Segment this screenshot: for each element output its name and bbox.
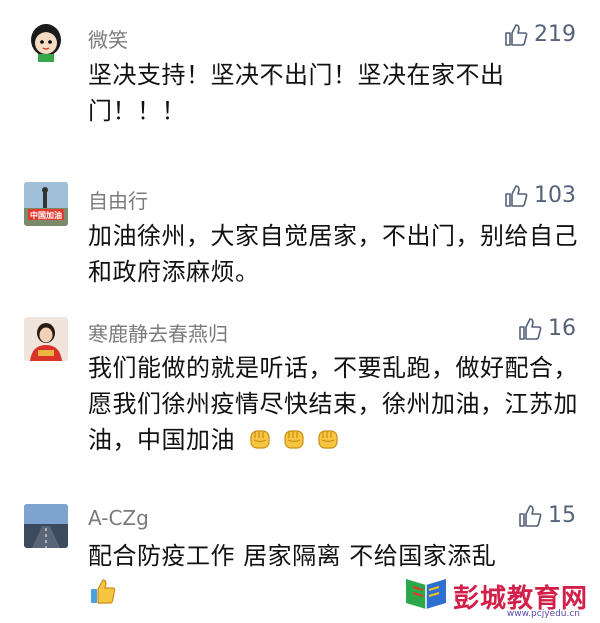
like-button[interactable]: 219 xyxy=(504,22,576,47)
commenter-name[interactable]: 自由行 xyxy=(88,185,148,214)
avatar[interactable] xyxy=(24,504,68,548)
like-button[interactable]: 16 xyxy=(518,316,576,341)
like-count: 15 xyxy=(548,503,576,528)
thumbs-up-emoji-icon xyxy=(88,576,118,606)
like-count: 16 xyxy=(548,316,576,341)
like-button[interactable]: 15 xyxy=(518,503,576,528)
thumbs-up-icon xyxy=(504,184,528,208)
book-logo-icon xyxy=(403,577,449,615)
comment-text: 配合防疫工作 居家隔离 不给国家添乱 xyxy=(88,542,497,570)
like-count: 219 xyxy=(534,22,576,47)
commenter-name[interactable]: A-CZg xyxy=(88,506,149,530)
like-button[interactable]: 103 xyxy=(504,183,576,208)
cartoon-girl-icon xyxy=(24,18,68,62)
thumbs-up-icon xyxy=(518,317,542,341)
woman-portrait-icon xyxy=(24,317,68,361)
comment-text: 我们能做的就是听话，不要乱跑，做好配合，愿我们徐州疫情尽快结束，徐州加油，江苏加… xyxy=(88,350,578,458)
avatar-badge: 中国加油 xyxy=(30,211,62,220)
road-landscape-icon xyxy=(24,504,68,548)
commenter-name[interactable]: 寒鹿静去春燕归 xyxy=(88,318,228,347)
fist-emoji-icon xyxy=(315,426,341,452)
comment-text: 加油徐州，大家自觉居家，不出门，别给自己和政府添麻烦。 xyxy=(88,222,578,286)
fist-emoji-icon xyxy=(281,426,307,452)
watermark-url: www.pcjyedu.cn xyxy=(506,609,580,619)
commenter-name[interactable]: 微笑 xyxy=(88,24,128,53)
comment-text: 坚决支持！坚决不出门！坚决在家不出门！！！ xyxy=(88,61,505,125)
fist-emoji-icon xyxy=(247,426,273,452)
avatar[interactable] xyxy=(24,18,68,62)
watermark-logo: 彭城教育网 www.pcjyedu.cn xyxy=(403,577,588,619)
thumbs-up-icon xyxy=(518,504,542,528)
avatar[interactable] xyxy=(24,317,68,361)
like-count: 103 xyxy=(534,183,576,208)
thumbs-up-icon xyxy=(504,23,528,47)
